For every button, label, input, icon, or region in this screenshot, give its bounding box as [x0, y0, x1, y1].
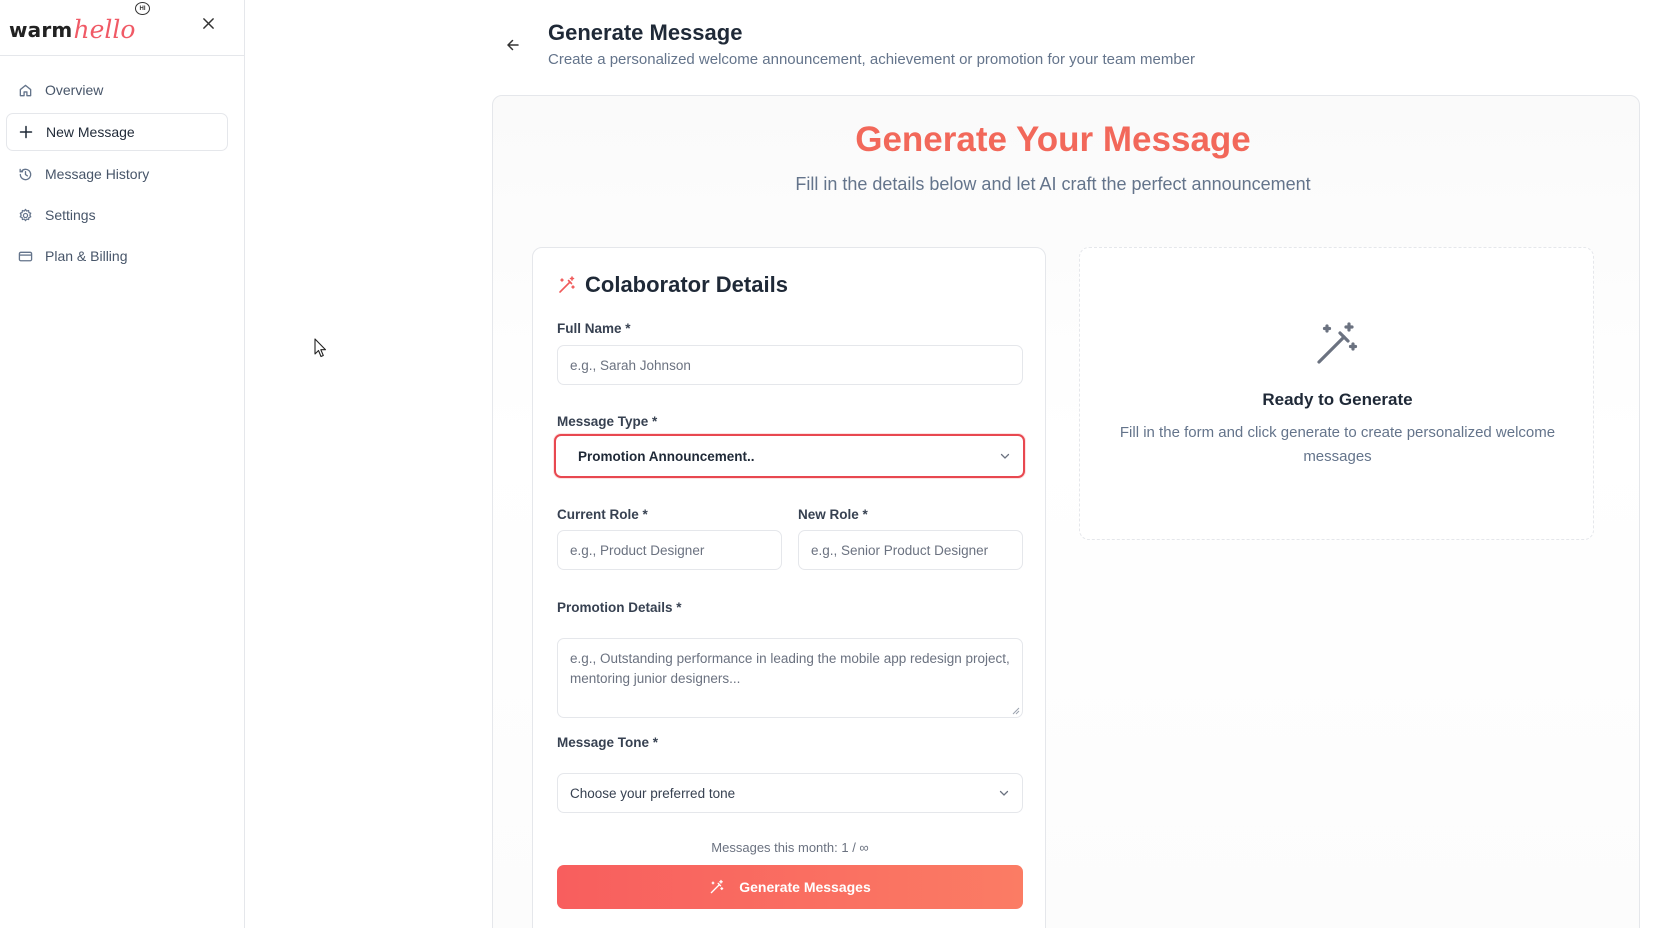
- message-tone-value: Choose your preferred tone: [570, 785, 736, 801]
- magic-wand-icon: [709, 879, 725, 895]
- sidebar-item-settings[interactable]: Settings: [6, 197, 228, 233]
- brand-badge: HI: [135, 2, 150, 15]
- message-tone-label: Message Tone *: [557, 735, 659, 750]
- hero-title: Generate Your Message: [855, 120, 1251, 159]
- sidebar-item-plan-billing[interactable]: Plan & Billing: [6, 238, 228, 274]
- messages-counter: Messages this month: 1 / ∞: [711, 840, 869, 855]
- history-icon: [17, 166, 33, 182]
- page-subtitle: Create a personalized welcome announceme…: [548, 51, 1195, 68]
- current-role-input[interactable]: e.g., Product Designer: [557, 530, 782, 570]
- full-name-label: Full Name *: [557, 321, 631, 336]
- message-tone-select[interactable]: Choose your preferred tone: [557, 773, 1023, 813]
- collaborator-form: Colaborator Details Full Name * e.g., Sa…: [532, 247, 1046, 928]
- sidebar-item-label: Overview: [45, 82, 104, 98]
- full-name-placeholder: e.g., Sarah Johnson: [570, 357, 691, 373]
- new-role-label: New Role *: [798, 507, 868, 522]
- promotion-details-placeholder: e.g., Outstanding performance in leading…: [570, 651, 1010, 686]
- sidebar-nav: Overview New Message Message History Set…: [6, 72, 228, 279]
- sidebar-item-message-history[interactable]: Message History: [6, 156, 228, 192]
- preview-title: Ready to Generate: [1262, 390, 1413, 409]
- home-icon: [17, 82, 33, 98]
- generate-messages-button[interactable]: Generate Messages: [557, 865, 1023, 909]
- sidebar-item-new-message[interactable]: New Message: [6, 113, 228, 151]
- message-type-label: Message Type *: [557, 414, 658, 429]
- full-name-input[interactable]: e.g., Sarah Johnson: [557, 345, 1023, 385]
- new-role-placeholder: e.g., Senior Product Designer: [811, 542, 989, 558]
- close-sidebar-button[interactable]: [199, 14, 217, 32]
- form-title: Colaborator Details: [557, 272, 788, 298]
- credit-card-icon: [17, 248, 33, 264]
- preview-panel: Ready to Generate Fill in the form and c…: [1079, 247, 1594, 540]
- mouse-cursor-icon: [314, 338, 327, 358]
- form-title-text: Colaborator Details: [585, 272, 788, 297]
- sidebar-item-label: New Message: [46, 124, 135, 140]
- magic-wand-icon: [1317, 322, 1358, 364]
- brand-name-hello: hello: [73, 15, 136, 44]
- back-button[interactable]: [503, 35, 523, 55]
- sidebar-item-overview[interactable]: Overview: [6, 72, 228, 108]
- magic-wand-icon: [557, 275, 577, 295]
- brand-logo[interactable]: warm hello HI: [9, 2, 150, 44]
- message-type-select[interactable]: Promotion Announcement..: [554, 434, 1025, 478]
- promotion-details-textarea[interactable]: e.g., Outstanding performance in leading…: [557, 638, 1023, 718]
- arrow-left-icon: [507, 39, 519, 51]
- new-role-input[interactable]: e.g., Senior Product Designer: [798, 530, 1023, 570]
- generate-messages-label: Generate Messages: [739, 879, 871, 895]
- close-icon: [202, 17, 214, 29]
- chevron-down-icon: [999, 790, 1009, 796]
- current-role-label: Current Role *: [557, 507, 648, 522]
- brand-name-warm: warm: [9, 18, 73, 42]
- sidebar-item-label: Plan & Billing: [45, 248, 128, 264]
- page-title: Generate Message: [548, 20, 743, 45]
- hero-subtitle: Fill in the details below and let AI cra…: [795, 174, 1311, 194]
- plus-icon: [18, 124, 34, 140]
- preview-text: Fill in the form and click generate to c…: [1119, 424, 1556, 465]
- promotion-details-label: Promotion Details *: [557, 600, 682, 615]
- chevron-down-icon: [1000, 453, 1010, 459]
- sidebar-item-label: Settings: [45, 207, 96, 223]
- gear-icon: [17, 207, 33, 223]
- message-type-value: Promotion Announcement..: [578, 448, 755, 464]
- resize-handle-icon[interactable]: [1012, 707, 1020, 715]
- current-role-placeholder: e.g., Product Designer: [570, 542, 705, 558]
- sidebar-divider: [0, 55, 245, 56]
- sidebar-item-label: Message History: [45, 166, 150, 182]
- sidebar: warm hello HI Overview New Message Messa…: [0, 0, 245, 928]
